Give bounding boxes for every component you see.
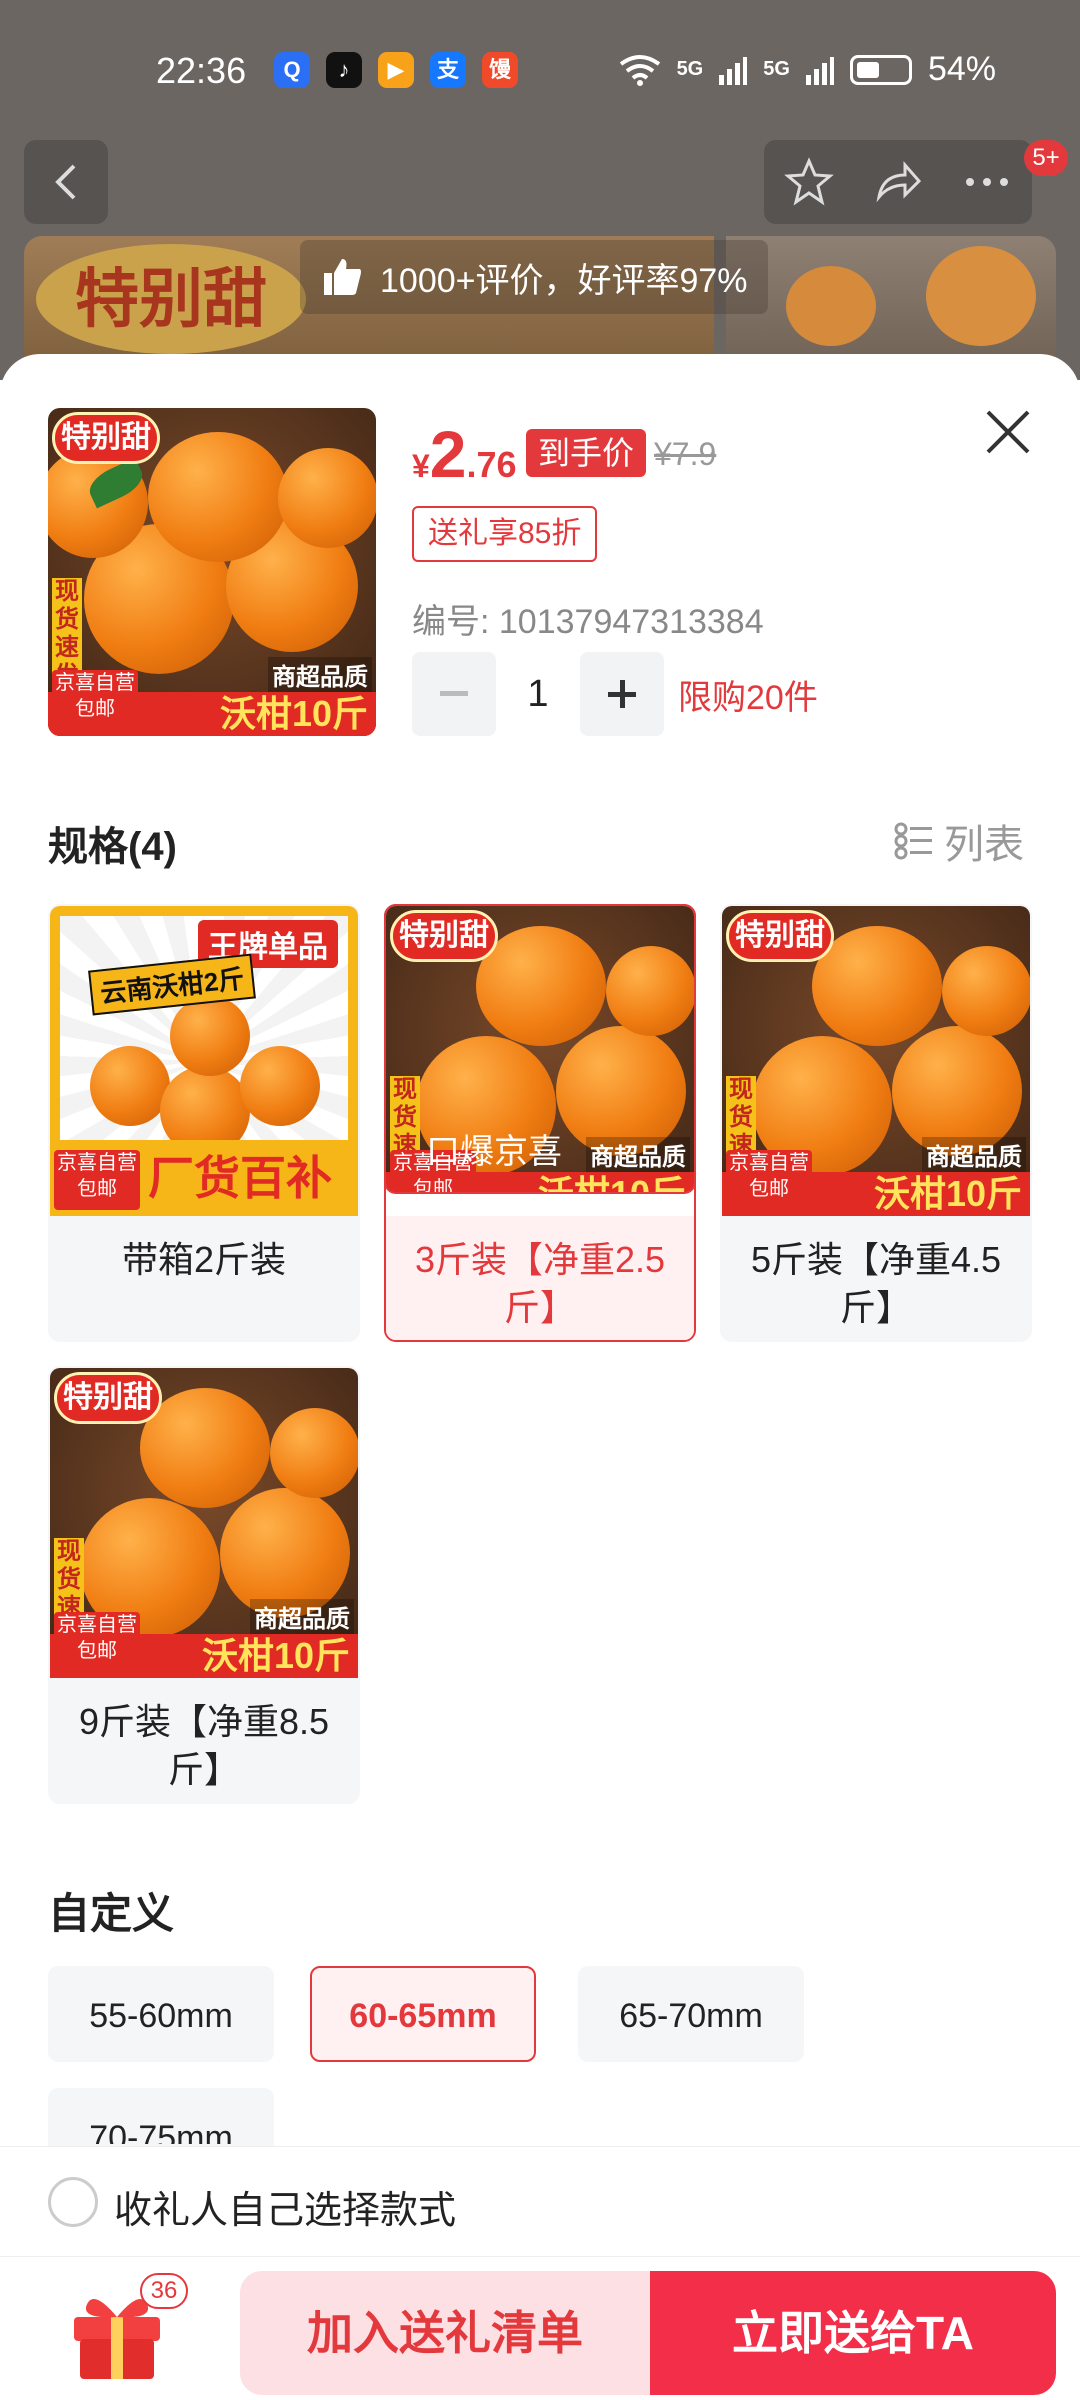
size-option-65-70[interactable]: 65-70mm	[578, 1966, 804, 2062]
spec-section-title: 规格(4)	[48, 825, 177, 869]
message-badge: 5+	[1024, 140, 1068, 176]
back-button[interactable]	[24, 140, 108, 224]
spec-option-image: 王牌单品 云南沃柑2斤 厂货百补 京喜自营 包邮	[50, 906, 358, 1216]
sku-code: 编号: 10137947313384	[412, 603, 764, 641]
price-integer: 2	[429, 417, 467, 491]
custom-section-title: 自定义	[48, 1890, 175, 1937]
recipient-choose-label: 收礼人自己选择款式	[114, 2190, 457, 2232]
spec-option-1[interactable]: 王牌单品 云南沃柑2斤 厂货百补 京喜自营 包邮 带箱2斤装	[48, 904, 360, 1342]
signal-icon-2	[805, 56, 834, 85]
spec-option-label: 带箱2斤装	[121, 1239, 287, 1280]
spec-option-label: 9斤装【净重8.5斤】	[78, 1701, 330, 1790]
search-app-icon: Q	[274, 52, 310, 88]
send-gift-button[interactable]: 立即送给TA	[650, 2271, 1056, 2395]
spec4-baoyou-label: 京喜自营 包邮	[54, 1612, 140, 1672]
recipient-choose-row[interactable]: 收礼人自己选择款式	[0, 2146, 1080, 2256]
chevron-left-icon	[55, 164, 76, 200]
price: ¥ 2 .76	[412, 416, 517, 492]
review-summary: 1000+评价，好评率97%	[300, 240, 768, 314]
final-price-tag: 到手价	[526, 429, 647, 477]
spec-option-3[interactable]: 特别甜 现货速发 商超品质 沃柑10斤 京喜自营 包邮 5斤装【净重4.5斤】	[720, 904, 1032, 1342]
share-icon	[876, 161, 922, 203]
banner-text: 特别甜	[36, 244, 306, 354]
more-icon	[966, 178, 1009, 186]
status-time: 22:36	[156, 50, 247, 91]
spec-option-label: 3斤装【净重2.5斤】	[386, 1216, 694, 1340]
spec-option-image: 特别甜 现货速发 商超品质 沃柑10斤 京喜自营 包邮	[50, 1368, 358, 1678]
battery-percent: 54%	[927, 50, 996, 88]
spec3-baoyou-label: 京喜自营 包邮	[726, 1150, 812, 1210]
bottom-action-bar: 36 加入送礼清单 立即送给TA	[0, 2256, 1080, 2400]
spec-option-2-frame: 3斤装【净重2.5斤】	[384, 904, 696, 1342]
spec4-chaoshi-label: 商超品质	[250, 1599, 354, 1634]
spec-option-label: 5斤装【净重4.5斤】	[750, 1239, 1002, 1328]
thumb-chaoshi-label: 商超品质	[268, 657, 372, 692]
spec4-tebie-label: 特别甜	[54, 1372, 162, 1424]
price-decimal: .76	[466, 444, 517, 485]
status-bar: 22:36 Q ♪ ▶ 支 馒 5G 5G 54%	[0, 36, 1080, 106]
list-icon	[894, 822, 932, 860]
battery-icon	[849, 54, 912, 85]
product-thumbnail: 特别甜 现货速发 商超品质 沃柑10斤 京喜自营 包邮	[48, 408, 376, 736]
add-to-gift-list-button[interactable]: 加入送礼清单	[240, 2271, 650, 2395]
size-option-70-75[interactable]: 70-75mm	[48, 2088, 274, 2146]
thumbs-up-icon	[324, 259, 361, 295]
close-button[interactable]	[978, 402, 1038, 462]
gift-count-badge: 36	[140, 2273, 188, 2309]
signal-5g-label-1: 5G	[676, 58, 704, 80]
alipay-app-icon: 支	[430, 52, 466, 88]
top-actions	[764, 140, 1032, 224]
tiktok-app-icon: ♪	[326, 52, 362, 88]
purchase-limit: 限购20件	[678, 679, 818, 717]
spec3-tebie-label: 特别甜	[726, 910, 834, 962]
spec-selection-sheet: 特别甜 现货速发 商超品质 沃柑10斤 京喜自营 包邮 ¥ 2 .76 到手价 …	[0, 354, 1080, 2400]
list-view-toggle[interactable]: 列表	[894, 812, 1024, 870]
wifi-icon	[619, 54, 660, 86]
review-text: 1000+评价，好评率97%	[380, 261, 748, 300]
notification-icons: Q ♪ ▶ 支 馒	[274, 52, 518, 88]
price-currency: ¥	[412, 448, 430, 484]
original-price: ¥7.9	[654, 436, 717, 472]
star-icon	[783, 157, 834, 206]
video-app-icon: ▶	[378, 52, 414, 88]
spec3-chaoshi-label: 商超品质	[922, 1137, 1026, 1172]
thumb-baoyou-label: 京喜自营 包邮	[52, 670, 138, 730]
plus-icon	[608, 680, 636, 708]
other-app-icon: 馒	[482, 52, 518, 88]
recipient-choose-radio[interactable]	[48, 2177, 98, 2227]
spec1-baoyou-label: 京喜自营 包邮	[54, 1150, 140, 1210]
more-button[interactable]	[957, 152, 1017, 212]
list-toggle-label: 列表	[944, 823, 1024, 867]
size-option-60-65[interactable]: 60-65mm	[310, 1966, 536, 2062]
favorite-button[interactable]	[779, 152, 839, 212]
spec-option-image: 特别甜 现货速发 商超品质 沃柑10斤 京喜自营 包邮	[722, 906, 1030, 1216]
signal-icon	[719, 56, 748, 85]
spec-option-4[interactable]: 特别甜 现货速发 商超品质 沃柑10斤 京喜自营 包邮 9斤装【净重8.5斤】	[48, 1366, 360, 1804]
thumb-tebie-label: 特别甜	[52, 412, 160, 464]
close-icon	[986, 410, 1030, 454]
coupon-badge: 送礼享85折	[412, 506, 598, 562]
quantity-increase-button[interactable]	[580, 652, 664, 736]
quantity-decrease-button[interactable]	[412, 652, 496, 736]
minus-icon	[440, 691, 468, 696]
share-button[interactable]	[868, 152, 928, 212]
quantity-value[interactable]: 1	[496, 652, 580, 736]
status-right: 5G 5G 54%	[619, 50, 996, 89]
signal-5g-label-2: 5G	[763, 58, 790, 80]
size-option-55-60[interactable]: 55-60mm	[48, 1966, 274, 2062]
